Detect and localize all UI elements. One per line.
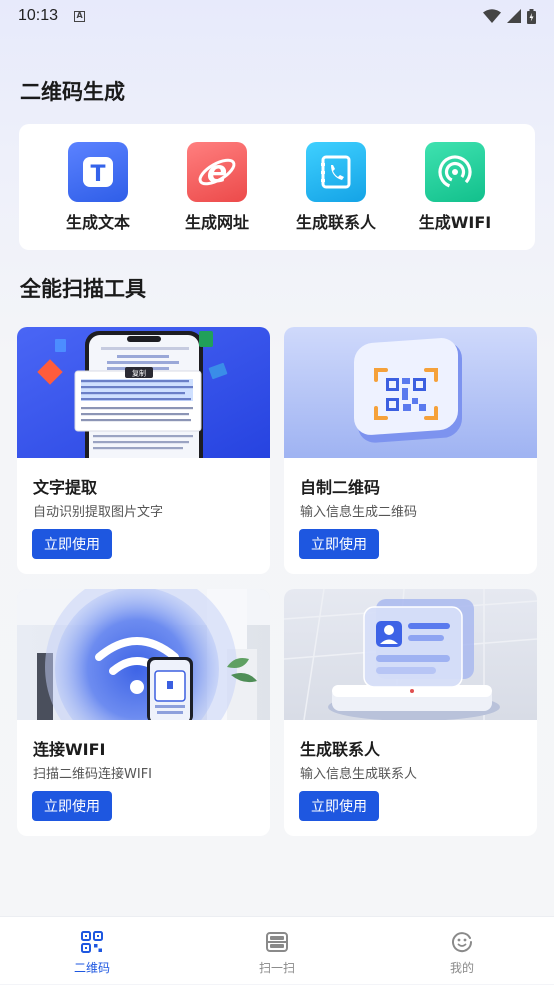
wifi-illustration [17, 589, 270, 720]
tab-label: 我的 [449, 961, 474, 975]
browser-e-icon: e [187, 142, 247, 202]
tool-title: 连接WIFI [33, 740, 106, 759]
generate-wifi-button[interactable]: 生成WIFI [395, 142, 515, 233]
wifi-signal-icon [425, 142, 485, 202]
status-right-icons [483, 8, 536, 24]
tool-card-connect-wifi[interactable]: 连接WIFI 扫描二维码连接WIFI 立即使用 [17, 589, 270, 836]
wifi-status-icon [483, 9, 501, 23]
tool-desc: 输入信息生成二维码 [300, 505, 418, 520]
text-icon: T [68, 142, 128, 202]
tools-section-title: 全能扫描工具 [20, 277, 146, 301]
copy-tag: 复制 [132, 369, 146, 378]
tab-label: 扫一扫 [258, 961, 295, 975]
status-time: 10:13 [18, 7, 59, 24]
qrcode-illustration [284, 327, 537, 458]
status-bar: 10:13 A [0, 0, 554, 32]
contact-card-illustration [284, 589, 537, 720]
tool-title: 自制二维码 [300, 478, 381, 497]
generate-text-label: 生成文本 [65, 213, 130, 232]
text-icon-glyph: T [90, 162, 105, 187]
tool-desc: 扫描二维码连接WIFI [33, 767, 152, 782]
generate-section-title: 二维码生成 [20, 80, 125, 104]
browser-e-glyph: e [207, 155, 227, 190]
generate-contact-label: 生成联系人 [295, 213, 376, 232]
qrcode-icon [81, 931, 103, 953]
generate-wifi-label: 生成WIFI [418, 213, 492, 232]
tool-desc: 自动识别提取图片文字 [33, 505, 164, 520]
notification-a-icon: A [74, 10, 86, 22]
generate-text-button[interactable]: T 生成文本 [38, 142, 158, 233]
text-extract-illustration: 复制 [17, 327, 270, 458]
tab-label: 二维码 [73, 961, 110, 975]
tool-card-text-extract[interactable]: 复制 文字提取 自动识别提取图片文字 立即使用 [17, 327, 270, 574]
bottom-tab-bar: 二维码 扫一扫 我的 [0, 916, 554, 984]
tab-mine[interactable]: 我的 [370, 917, 554, 985]
use-now-button[interactable]: 立即使用 [32, 791, 112, 821]
generate-card: T 生成文本 e 生成网址 生成联系人 生成WIFI [19, 124, 535, 250]
tab-scan[interactable]: 扫一扫 [185, 917, 369, 985]
contacts-phone-icon [306, 142, 366, 202]
tab-qrcode[interactable]: 二维码 [0, 917, 184, 985]
use-now-button[interactable]: 立即使用 [299, 791, 379, 821]
use-now-button[interactable]: 立即使用 [32, 529, 112, 559]
scan-icon [266, 932, 288, 952]
tool-card-make-qrcode[interactable]: 自制二维码 输入信息生成二维码 立即使用 [284, 327, 537, 574]
tool-title: 文字提取 [33, 478, 98, 497]
signal-icon [507, 9, 521, 23]
tool-card-generate-contact[interactable]: 生成联系人 输入信息生成联系人 立即使用 [284, 589, 537, 836]
use-now-button[interactable]: 立即使用 [299, 529, 379, 559]
battery-icon [527, 8, 536, 24]
generate-contact-button[interactable]: 生成联系人 [276, 142, 396, 233]
generate-url-button[interactable]: e 生成网址 [157, 142, 277, 233]
tool-title: 生成联系人 [300, 740, 381, 759]
generate-url-label: 生成网址 [184, 213, 249, 232]
tool-desc: 输入信息生成联系人 [300, 767, 418, 782]
smiley-icon [452, 932, 473, 953]
